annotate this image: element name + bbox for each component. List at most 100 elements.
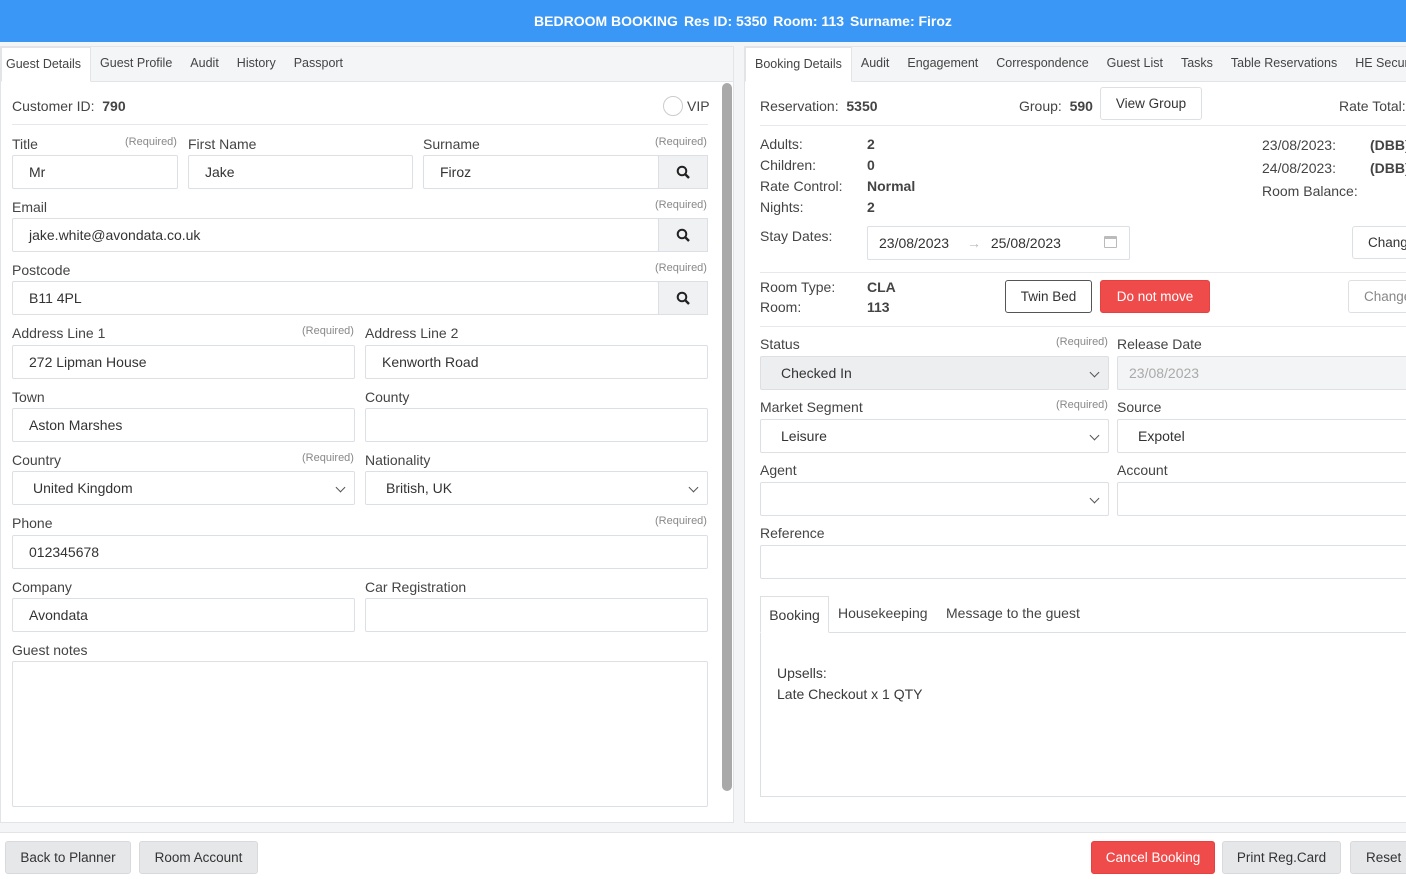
postcode-input[interactable]: B11 4PL [12, 281, 659, 315]
town-label: Town [12, 389, 45, 405]
divider [12, 124, 708, 125]
do-not-move-button[interactable]: Do not move [1100, 280, 1210, 313]
booking-tabs: Booking Details Audit Engagement Corresp… [745, 47, 1406, 82]
group-value: 590 [1069, 98, 1093, 114]
postcode-search-button[interactable] [658, 281, 708, 315]
email-input[interactable]: jake.white@avondata.co.uk [12, 218, 659, 252]
tab-audit[interactable]: Audit [181, 47, 228, 81]
customer-id: Customer ID: 790 [12, 98, 126, 114]
nationality-select[interactable]: British, UK [365, 471, 708, 505]
children-value: 0 [867, 157, 875, 173]
reservation-value: 5350 [846, 98, 878, 114]
divider [760, 272, 1406, 273]
market-segment-label: Market Segment [760, 399, 863, 415]
required-hint: (Required) [655, 262, 707, 274]
search-icon [676, 228, 690, 242]
rate-control-label: Rate Control: [760, 178, 843, 194]
vip-label: VIP [687, 98, 710, 114]
postcode-label: Postcode [12, 262, 71, 278]
address1-input[interactable]: 272 Lipman House [12, 345, 355, 379]
group: Group: 590 [1019, 98, 1093, 114]
country-label: Country [12, 452, 62, 468]
status-label: Status [760, 336, 800, 352]
tab-booking-details[interactable]: Booking Details [745, 47, 852, 82]
print-reg-card-button[interactable]: Print Reg.Card [1222, 841, 1341, 874]
booking-notes[interactable]: Upsells: Late Checkout x 1 QTY [760, 632, 1406, 797]
surname-label: Surname [423, 136, 480, 152]
company-input[interactable]: Avondata [12, 598, 355, 632]
car-registration-input[interactable] [365, 598, 708, 632]
surname-search-button[interactable] [658, 155, 708, 189]
header-title: BEDROOM BOOKING [534, 13, 678, 29]
status-select[interactable]: Checked In [760, 356, 1109, 390]
source-select[interactable]: Expotel [1117, 419, 1406, 453]
stay-from: 23/08/2023 [879, 235, 950, 251]
guest-notes-textarea[interactable] [12, 661, 708, 807]
email-search-button[interactable] [658, 218, 708, 252]
required-hint: (Required) [125, 136, 177, 148]
tab-passport[interactable]: Passport [285, 47, 352, 81]
phone-input[interactable]: 012345678 [12, 535, 708, 569]
view-group-button[interactable]: View Group [1100, 87, 1202, 120]
notes-line: Late Checkout x 1 QTY [777, 686, 923, 702]
reset-button[interactable]: Reset [1350, 841, 1406, 874]
market-segment-select[interactable]: Leisure [760, 419, 1109, 453]
adults-label: Adults: [760, 136, 803, 152]
tab-engagement[interactable]: Engagement [898, 47, 987, 81]
twin-bed-button[interactable]: Twin Bed [1005, 280, 1092, 313]
tab-table-reservations[interactable]: Table Reservations [1222, 47, 1346, 81]
subtab-housekeeping[interactable]: Housekeeping [838, 605, 928, 621]
vip-radio[interactable] [663, 96, 683, 116]
notes-line: Upsells: [777, 665, 827, 681]
search-icon [676, 291, 690, 305]
change-dates-button[interactable]: Chang [1352, 226, 1406, 259]
required-hint: (Required) [302, 452, 354, 464]
tab-tasks[interactable]: Tasks [1172, 47, 1222, 81]
tab-history[interactable]: History [228, 47, 285, 81]
room-balance-label: Room Balance: [1262, 183, 1358, 199]
tab-guest-profile[interactable]: Guest Profile [91, 47, 181, 81]
stay-dates-label: Stay Dates: [760, 228, 833, 244]
room-type-label: Room Type: [760, 279, 836, 295]
phone-label: Phone [12, 515, 53, 531]
subtab-booking[interactable]: Booking [760, 596, 829, 633]
title-input[interactable]: Mr [12, 155, 178, 189]
scrollbar[interactable] [722, 83, 732, 791]
adults-value: 2 [867, 136, 875, 152]
back-to-planner-button[interactable]: Back to Planner [5, 841, 131, 874]
source-label: Source [1117, 399, 1162, 415]
rate-plan: (DBB) [1370, 160, 1406, 176]
tab-guest-details[interactable]: Guest Details [1, 47, 92, 82]
agent-select[interactable] [760, 482, 1109, 516]
agent-label: Agent [760, 462, 797, 478]
guest-tabs: Guest Details Guest Profile Audit Histor… [1, 47, 733, 82]
tab-correspondence[interactable]: Correspondence [987, 47, 1097, 81]
nights-label: Nights: [760, 199, 804, 215]
first-name-input[interactable]: Jake [188, 155, 413, 189]
tab-audit[interactable]: Audit [852, 47, 899, 81]
surname-input[interactable]: Firoz [423, 155, 659, 189]
stay-dates-picker[interactable]: 23/08/2023 → 25/08/2023 [867, 226, 1130, 260]
cancel-booking-button[interactable]: Cancel Booking [1091, 841, 1215, 874]
header-res-id: Res ID: 5350 [683, 13, 768, 29]
county-input[interactable] [365, 408, 708, 442]
town-input[interactable]: Aston Marshes [12, 408, 355, 442]
change-room-button[interactable]: Change [1348, 280, 1406, 313]
tab-he-secure[interactable]: HE Secure [1346, 47, 1406, 81]
reference-label: Reference [760, 525, 825, 541]
room-label: Room: [760, 299, 802, 315]
rate-plan: (DBB) [1370, 137, 1406, 153]
account-input[interactable] [1117, 482, 1406, 516]
release-date-input[interactable]: 23/08/2023 [1117, 356, 1406, 390]
subtab-message-to-guest[interactable]: Message to the guest [946, 605, 1080, 621]
required-hint: (Required) [655, 199, 707, 211]
account-label: Account [1117, 462, 1168, 478]
divider [760, 326, 1406, 327]
calendar-icon [1104, 236, 1117, 248]
room-account-button[interactable]: Room Account [139, 841, 258, 874]
reference-input[interactable] [760, 545, 1406, 579]
title-label: Title [12, 136, 38, 152]
address2-input[interactable]: Kenworth Road [365, 345, 708, 379]
country-select[interactable]: United Kingdom [12, 471, 355, 505]
tab-guest-list[interactable]: Guest List [1098, 47, 1172, 81]
